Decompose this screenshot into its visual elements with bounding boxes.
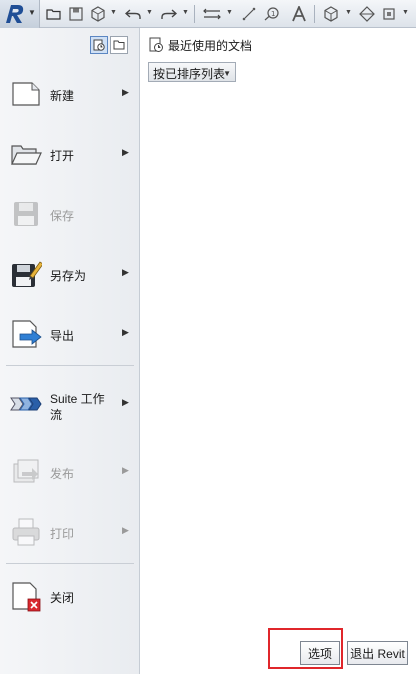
chevron-right-icon: ▶ <box>122 267 129 277</box>
menu-item-label: 打开 <box>50 149 75 163</box>
chevron-down-icon[interactable]: ▼ <box>182 9 189 16</box>
recent-documents-title: 最近使用的文档 <box>168 38 253 53</box>
3d-view-icon[interactable] <box>322 4 340 24</box>
undo-icon[interactable] <box>124 4 142 24</box>
clock-document-icon <box>93 39 105 51</box>
recent-documents-header: 最近使用的文档 <box>148 36 252 54</box>
text-icon[interactable] <box>290 4 308 24</box>
suite-workflow-icon <box>10 397 42 411</box>
chevron-right-icon: ▶ <box>122 465 129 475</box>
menu-item-label: 新建 <box>50 89 75 103</box>
dimension-icon[interactable] <box>240 4 258 24</box>
menu-item-new[interactable]: 新建 ▶ <box>0 68 139 120</box>
chevron-right-icon: ▶ <box>122 525 129 535</box>
menu-item-close[interactable]: 关闭 <box>0 570 139 622</box>
chevron-down-icon[interactable]: ▼ <box>226 9 233 16</box>
menu-item-save[interactable]: 保存 <box>0 188 139 240</box>
sort-order-dropdown[interactable]: 按已排序列表 ▼ <box>148 62 236 82</box>
chevron-right-icon: ▶ <box>122 327 129 337</box>
menu-item-label: 另存为 <box>50 269 87 283</box>
save-as-icon <box>12 261 42 287</box>
open-documents-toggle[interactable] <box>110 36 128 54</box>
quick-access-toolbar: ▼ ▼ ▼ ▼ ▼ 1 ▼ ▼ <box>0 0 416 28</box>
open-folder-icon <box>11 145 42 165</box>
chevron-right-icon: ▶ <box>122 87 129 97</box>
print-icon <box>12 518 40 546</box>
menu-item-publish[interactable]: 发布 ▶ <box>0 446 139 498</box>
menu-item-label: Suite 工作流 <box>50 392 105 422</box>
menu-item-print[interactable]: 打印 ▶ <box>0 506 139 558</box>
new-doc-icon <box>12 82 40 106</box>
open-icon[interactable] <box>45 4 63 24</box>
recent-documents-toggle[interactable] <box>90 36 108 54</box>
close-doc-icon <box>12 582 41 612</box>
save-icon <box>14 202 38 226</box>
menu-divider <box>6 563 134 564</box>
revit-app-icon <box>6 5 24 23</box>
menu-item-suite-workflow[interactable]: Suite 工作流 ▶ <box>0 378 139 430</box>
menu-item-export[interactable]: 导出 ▶ <box>0 308 139 360</box>
menu-divider <box>6 365 134 366</box>
section-icon[interactable] <box>358 4 376 24</box>
chevron-right-icon: ▶ <box>122 397 129 407</box>
thin-lines-icon[interactable] <box>380 4 398 24</box>
tag-icon[interactable]: 1 <box>262 4 280 24</box>
menu-item-label: 发布 <box>50 467 75 481</box>
chevron-right-icon: ▶ <box>122 147 129 157</box>
application-menu-panel: 新建 ▶ 打开 ▶ 保存 另存为 ▶ 导出 ▶ Suite 工作流 ▶ 发布 ▶… <box>0 28 140 674</box>
sync-icon[interactable] <box>89 4 107 24</box>
menu-item-label: 导出 <box>50 329 75 343</box>
publish-icon <box>13 459 39 483</box>
highlight-box <box>268 628 343 669</box>
exit-revit-button[interactable]: 退出 Revit <box>347 641 408 665</box>
chevron-down-icon[interactable]: ▼ <box>402 9 409 16</box>
menu-item-open[interactable]: 打开 ▶ <box>0 128 139 180</box>
svg-text:1: 1 <box>271 10 275 18</box>
menu-item-save-as[interactable]: 另存为 ▶ <box>0 248 139 300</box>
menu-item-label: 保存 <box>50 209 75 223</box>
sort-order-label: 按已排序列表 <box>153 67 226 81</box>
toolbar-divider <box>194 5 195 23</box>
toolbar-divider <box>314 5 315 23</box>
measure-icon[interactable] <box>203 4 221 24</box>
chevron-down-icon: ▼ <box>28 8 36 17</box>
chevron-down-icon[interactable]: ▼ <box>345 9 352 16</box>
application-menu-button[interactable]: ▼ <box>0 0 40 28</box>
menu-item-label: 打印 <box>50 527 75 541</box>
chevron-down-icon: ▼ <box>223 69 231 78</box>
chevron-down-icon[interactable]: ▼ <box>146 9 153 16</box>
clock-document-icon <box>149 37 163 52</box>
save-icon[interactable] <box>67 4 85 24</box>
exit-revit-button-label: 退出 Revit <box>350 646 405 661</box>
redo-icon[interactable] <box>160 4 178 24</box>
menu-item-label: 关闭 <box>50 591 75 605</box>
folder-icon <box>113 40 125 50</box>
chevron-down-icon[interactable]: ▼ <box>110 9 117 16</box>
export-icon <box>12 320 42 348</box>
